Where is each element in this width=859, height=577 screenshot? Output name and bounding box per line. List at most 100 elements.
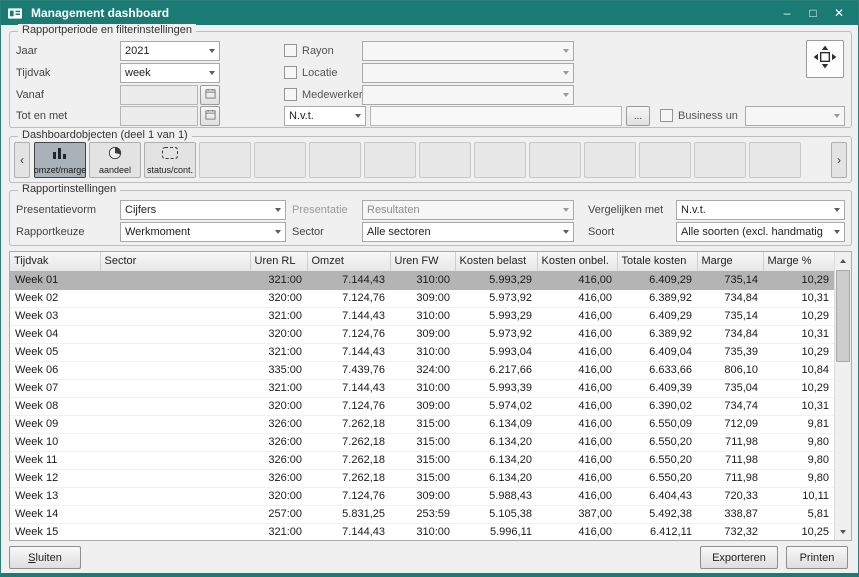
- cell-tijdvak: Week 15: [10, 523, 100, 541]
- table-row[interactable]: Week 07321:007.144,43310:005.993,39416,0…: [10, 379, 834, 397]
- rayon-checkbox[interactable]: [284, 44, 297, 57]
- cell-uren_fw: 309:00: [390, 487, 455, 505]
- tot-en-met-calendar-button[interactable]: [200, 106, 220, 126]
- table-row[interactable]: Week 09326:007.262,18315:006.134,09416,0…: [10, 415, 834, 433]
- dashboard-item-status-cont[interactable]: status/cont.: [144, 142, 196, 178]
- cell-omzet: 7.144,43: [307, 343, 390, 361]
- table-row[interactable]: Week 13320:007.124,76309:005.988,43416,0…: [10, 487, 834, 505]
- dashboard-prev-button[interactable]: ‹: [14, 142, 30, 178]
- cell-omzet: 7.262,18: [307, 469, 390, 487]
- cell-tijdvak: Week 14: [10, 505, 100, 523]
- business-unit-select[interactable]: [745, 106, 845, 126]
- table-row[interactable]: Week 11326:007.262,18315:006.134,20416,0…: [10, 451, 834, 469]
- sluiten-button[interactable]: Sluiten: [9, 546, 81, 569]
- cell-kosten_belast: 6.217,66: [455, 361, 537, 379]
- cell-uren_rl: 326:00: [250, 415, 307, 433]
- cell-uren_rl: 321:00: [250, 271, 307, 289]
- soort-select[interactable]: Alle soorten (excl. handmatig: [676, 222, 845, 242]
- cell-kosten_onbel: 416,00: [537, 361, 617, 379]
- printen-button[interactable]: Printen: [786, 546, 848, 569]
- locatie-select[interactable]: [362, 63, 574, 83]
- cell-uren_rl: 335:00: [250, 361, 307, 379]
- cell-kosten_belast: 5.993,39: [455, 379, 537, 397]
- title-bar: Management dashboard – □ ✕: [1, 1, 858, 25]
- business-unit-checkbox[interactable]: [660, 109, 673, 122]
- presentatievorm-select[interactable]: Cijfers: [120, 200, 286, 220]
- cell-tijdvak: Week 04: [10, 325, 100, 343]
- column-header-kosten_onbel[interactable]: Kosten onbel.: [537, 252, 617, 271]
- cell-tijdvak: Week 02: [10, 289, 100, 307]
- table-row[interactable]: Week 10326:007.262,18315:006.134,20416,0…: [10, 433, 834, 451]
- dashboard-slot-empty: [474, 142, 526, 178]
- tot-en-met-input[interactable]: [120, 106, 198, 126]
- rayon-select[interactable]: [362, 41, 574, 61]
- minimize-button[interactable]: –: [774, 3, 800, 23]
- nvt-select[interactable]: N.v.t.: [284, 106, 366, 126]
- column-header-uren_fw[interactable]: Uren FW: [390, 252, 455, 271]
- table-row[interactable]: Week 05321:007.144,43310:005.993,04416,0…: [10, 343, 834, 361]
- filter-value-input[interactable]: [370, 106, 622, 126]
- rapportkeuze-select[interactable]: Werkmoment: [120, 222, 286, 242]
- table-row[interactable]: Week 03321:007.144,43310:005.993,29416,0…: [10, 307, 834, 325]
- chevron-down-icon: [558, 223, 573, 241]
- scrollbar-thumb[interactable]: [836, 270, 850, 362]
- vanaf-calendar-button[interactable]: [200, 85, 220, 105]
- cell-marge_pct: 5,81: [763, 505, 834, 523]
- navigator-button[interactable]: [806, 40, 844, 78]
- cell-marge: 734,84: [697, 289, 763, 307]
- cell-sector: [100, 307, 250, 325]
- cell-totale_kosten: 5.492,38: [617, 505, 697, 523]
- chevron-down-icon: [204, 42, 219, 60]
- table-row[interactable]: Week 06335:007.439,76324:006.217,66416,0…: [10, 361, 834, 379]
- presentatie-select[interactable]: Resultaten: [362, 200, 574, 220]
- cell-tijdvak: Week 11: [10, 451, 100, 469]
- column-header-marge[interactable]: Marge: [697, 252, 763, 271]
- table-row[interactable]: Week 15321:007.144,43310:005.996,11416,0…: [10, 523, 834, 541]
- column-header-sector[interactable]: Sector: [100, 252, 250, 271]
- table-row[interactable]: Week 01321:007.144,43310:005.993,29416,0…: [10, 271, 834, 289]
- settings-legend: Rapportinstellingen: [18, 183, 120, 195]
- cell-kosten_onbel: 416,00: [537, 271, 617, 289]
- medewerker-select[interactable]: [362, 85, 574, 105]
- table-row[interactable]: Week 04320:007.124,76309:005.973,92416,0…: [10, 325, 834, 343]
- column-header-totale_kosten[interactable]: Totale kosten: [617, 252, 697, 271]
- cell-sector: [100, 451, 250, 469]
- dashboard-item-aandeel[interactable]: aandeel: [89, 142, 141, 178]
- locatie-checkbox[interactable]: [284, 66, 297, 79]
- cell-uren_fw: 315:00: [390, 451, 455, 469]
- table-row[interactable]: Week 08320:007.124,76309:005.974,02416,0…: [10, 397, 834, 415]
- tijdvak-select[interactable]: week: [120, 63, 220, 83]
- maximize-button[interactable]: □: [800, 3, 826, 23]
- medewerker-checkbox[interactable]: [284, 88, 297, 101]
- table-row[interactable]: Week 14257:005.831,25253:595.105,38387,0…: [10, 505, 834, 523]
- column-header-marge_pct[interactable]: Marge %: [763, 252, 834, 271]
- dashboard-next-button[interactable]: ›: [831, 142, 847, 178]
- cell-kosten_belast: 5.993,29: [455, 271, 537, 289]
- cell-kosten_belast: 6.134,09: [455, 415, 537, 433]
- browse-button[interactable]: ...: [626, 106, 650, 126]
- cell-kosten_onbel: 416,00: [537, 397, 617, 415]
- rapportkeuze-label: Rapportkeuze: [16, 222, 85, 242]
- table-row[interactable]: Week 02320:007.124,76309:005.973,92416,0…: [10, 289, 834, 307]
- vergelijken-met-select[interactable]: N.v.t.: [676, 200, 845, 220]
- cell-marge: 734,74: [697, 397, 763, 415]
- exporteren-button[interactable]: Exporteren: [700, 546, 778, 569]
- jaar-select[interactable]: 2021: [120, 41, 220, 61]
- cell-kosten_onbel: 416,00: [537, 523, 617, 541]
- vanaf-input[interactable]: [120, 85, 198, 105]
- column-header-omzet[interactable]: Omzet: [307, 252, 390, 271]
- column-header-uren_rl[interactable]: Uren RL: [250, 252, 307, 271]
- sector-select[interactable]: Alle sectoren: [362, 222, 574, 242]
- scroll-down-arrow-icon[interactable]: [835, 523, 851, 540]
- cell-totale_kosten: 6.389,92: [617, 325, 697, 343]
- table-row[interactable]: Week 12326:007.262,18315:006.134,20416,0…: [10, 469, 834, 487]
- column-header-tijdvak[interactable]: Tijdvak: [10, 252, 100, 271]
- scroll-up-arrow-icon[interactable]: [835, 252, 851, 269]
- vertical-scrollbar[interactable]: [834, 252, 851, 540]
- cell-kosten_belast: 5.974,02: [455, 397, 537, 415]
- dashboard-item-omzet-marge[interactable]: omzet/marge: [34, 142, 86, 178]
- app-icon: [7, 6, 25, 20]
- cell-marge_pct: 9,81: [763, 415, 834, 433]
- close-button[interactable]: ✕: [826, 3, 852, 23]
- column-header-kosten_belast[interactable]: Kosten belast: [455, 252, 537, 271]
